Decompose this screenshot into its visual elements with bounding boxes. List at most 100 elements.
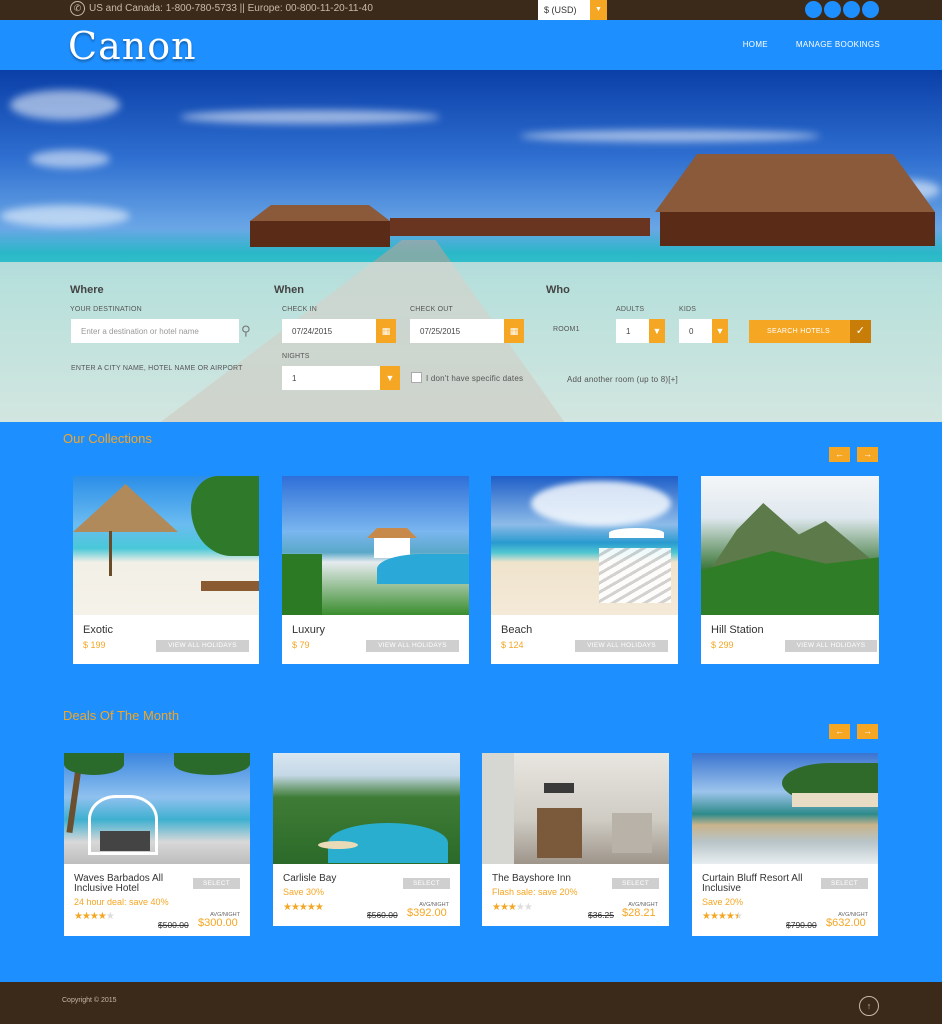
twitter-icon[interactable] (824, 1, 841, 18)
room-label: ROOM1 (553, 326, 580, 333)
chevron-down-icon[interactable]: ▼ (380, 366, 400, 390)
star-rating: ★★★★★ (492, 902, 533, 913)
old-price: $560.00 (367, 910, 398, 920)
arrow-left-icon[interactable]: ← (829, 447, 850, 462)
no-dates-label: I don't have specific dates (426, 374, 524, 383)
select-button[interactable]: SELECT (403, 878, 450, 889)
destination-label: YOUR DESTINATION (70, 306, 142, 313)
destination-hint: ENTER A CITY NAME, HOTEL NAME OR AIRPORT (71, 365, 243, 372)
copyright: Copyright © 2015 (62, 997, 117, 1004)
arrow-right-icon[interactable]: → (857, 447, 878, 462)
deal-image (482, 753, 669, 864)
arrow-right-icon[interactable]: → (857, 724, 878, 739)
destination-input[interactable]: Enter a destination or hotel name (71, 319, 239, 343)
chevron-down-icon[interactable]: ▼ (649, 319, 665, 343)
collection-image (73, 476, 259, 615)
contact-phone: ✆ US and Canada: 1-800-780-5733 || Europ… (70, 1, 373, 16)
deal-name: Curtain Bluff Resort All Inclusive (702, 873, 803, 894)
checkin-label: CHECK IN (282, 306, 318, 313)
nav-manage-bookings[interactable]: MANAGE BOOKINGS (796, 40, 880, 49)
linkedin-icon[interactable] (862, 1, 879, 18)
collection-price: $ 199 (83, 640, 106, 650)
deal-card[interactable]: Waves Barbados All Inclusive Hotel SELEC… (64, 753, 250, 936)
star-rating: ★★★★★ (702, 911, 743, 922)
deal-image (692, 753, 878, 864)
deal-image (64, 753, 250, 864)
collections-title: Our Collections (63, 431, 152, 446)
footer: Copyright © 2015 ↑ (0, 982, 942, 1024)
where-heading: Where (70, 284, 104, 296)
deals-arrows: ← → (829, 724, 878, 739)
main-nav: HOME MANAGE BOOKINGS (743, 40, 880, 49)
deals-title: Deals Of The Month (63, 708, 180, 723)
collections-arrows: ← → (829, 447, 878, 462)
view-all-holidays-button[interactable]: VIEW ALL HOLIDAYS (156, 640, 249, 652)
view-all-holidays-button[interactable]: VIEW ALL HOLIDAYS (575, 640, 668, 652)
collection-card[interactable]: Hill Station $ 299 VIEW ALL HOLIDAYS (701, 476, 879, 664)
deal-offer: 24 hour deal: save 40% (74, 897, 169, 907)
adults-label: ADULTS (616, 306, 645, 313)
checkin-input[interactable]: 07/24/2015 (282, 319, 376, 343)
old-price: $790.00 (786, 920, 817, 930)
nav-home[interactable]: HOME (743, 40, 768, 49)
search-hotels-label: SEARCH HOTELS (767, 328, 831, 335)
chevron-down-icon[interactable]: ▼ (712, 319, 728, 343)
deal-card[interactable]: Curtain Bluff Resort All Inclusive SELEC… (692, 753, 878, 936)
arrow-left-icon[interactable]: ← (829, 724, 850, 739)
nights-label: NIGHTS (282, 353, 310, 360)
deal-offer: Save 30% (283, 887, 325, 897)
old-price: $500.00 (158, 920, 189, 930)
phone-icon: ✆ (70, 1, 85, 16)
collection-image (282, 476, 469, 615)
social-links (805, 1, 879, 18)
star-rating: ★★★★★ (74, 911, 115, 922)
deal-image (273, 753, 460, 864)
collection-image (491, 476, 678, 615)
calendar-icon[interactable]: ▦ (504, 319, 524, 343)
collection-card[interactable]: Luxury $ 79 VIEW ALL HOLIDAYS (282, 476, 469, 664)
add-room-link[interactable]: Add another room (up to 8)[+] (567, 375, 678, 384)
googleplus-icon[interactable] (843, 1, 860, 18)
collection-name: Hill Station (711, 624, 764, 636)
new-price: $392.00 (407, 907, 447, 919)
calendar-icon[interactable]: ▦ (376, 319, 396, 343)
deal-offer: Flash sale: save 20% (492, 887, 578, 897)
collection-price: $ 299 (711, 640, 734, 650)
search-hotels-button[interactable]: SEARCH HOTELS ✓ (749, 320, 871, 343)
collection-image (701, 476, 879, 615)
deal-offer: Save 20% (702, 897, 744, 907)
star-rating: ★★★★★ (283, 902, 324, 913)
new-price: $300.00 (198, 917, 238, 929)
deal-card[interactable]: Carlisle Bay SELECT Save 30% ★★★★★ AVG/N… (273, 753, 460, 926)
logo[interactable]: Canon (68, 24, 197, 68)
collection-card[interactable]: Exotic $ 199 VIEW ALL HOLIDAYS (73, 476, 259, 664)
collection-price: $ 124 (501, 640, 524, 650)
check-icon: ✓ (850, 320, 871, 343)
view-all-holidays-button[interactable]: VIEW ALL HOLIDAYS (785, 640, 877, 652)
no-dates-checkbox[interactable] (411, 372, 422, 383)
select-button[interactable]: SELECT (193, 878, 240, 889)
deal-card[interactable]: The Bayshore Inn SELECT Flash sale: save… (482, 753, 669, 926)
nights-select[interactable]: 1 (282, 366, 380, 390)
select-button[interactable]: SELECT (821, 878, 868, 889)
collection-name: Exotic (83, 624, 113, 636)
phone-text: US and Canada: 1-800-780-5733 || Europe:… (89, 3, 373, 14)
select-button[interactable]: SELECT (612, 878, 659, 889)
checkout-label: CHECK OUT (410, 306, 454, 313)
adults-select[interactable]: 1 (616, 319, 649, 343)
old-price: $36.25 (588, 910, 614, 920)
currency-select[interactable]: $ (USD) ▼ (538, 0, 607, 20)
kids-select[interactable]: 0 (679, 319, 712, 343)
checkout-input[interactable]: 07/25/2015 (410, 319, 504, 343)
header: Canon HOME MANAGE BOOKINGS (0, 20, 942, 70)
when-heading: When (274, 284, 304, 296)
new-price: $28.21 (622, 907, 656, 919)
collection-price: $ 79 (292, 640, 310, 650)
collection-name: Beach (501, 624, 533, 636)
kids-label: KIDS (679, 306, 697, 313)
new-price: $632.00 (826, 917, 866, 929)
collection-card[interactable]: Beach $ 124 VIEW ALL HOLIDAYS (491, 476, 678, 664)
facebook-icon[interactable] (805, 1, 822, 18)
view-all-holidays-button[interactable]: VIEW ALL HOLIDAYS (366, 640, 459, 652)
arrow-up-icon[interactable]: ↑ (859, 996, 879, 1016)
